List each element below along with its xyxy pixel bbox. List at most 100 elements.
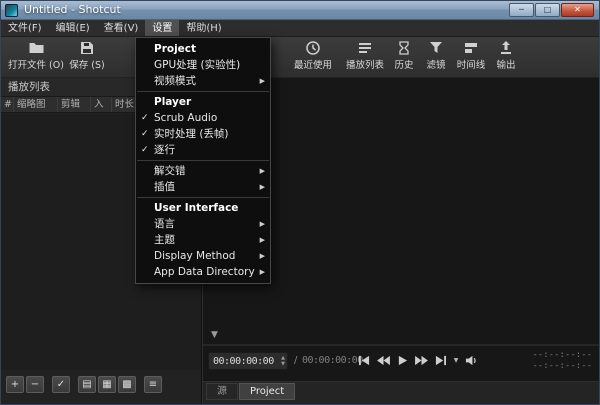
timecode-separator: / bbox=[294, 355, 297, 366]
fast-forward-button[interactable] bbox=[412, 352, 431, 369]
timecode-spinner-arrows[interactable]: ▲ ▼ bbox=[281, 355, 285, 367]
timecode-spinbox[interactable]: 00:00:00:00 ▲ ▼ bbox=[208, 352, 288, 370]
current-timecode[interactable]: 00:00:00:00 bbox=[213, 356, 274, 367]
player-tabs: 源 Project bbox=[206, 383, 296, 400]
menu-view[interactable]: 查看(V) bbox=[97, 20, 146, 36]
close-button[interactable]: ✕ bbox=[561, 3, 594, 17]
menu-item-realtime[interactable]: ✓ 实时处理 (丢帧) bbox=[136, 126, 270, 142]
window-title: Untitled - Shotcut bbox=[24, 1, 121, 19]
export-button[interactable]: 输出 bbox=[491, 40, 521, 71]
menu-section-player: Player bbox=[136, 94, 270, 110]
submenu-arrow-icon: ▶ bbox=[260, 264, 265, 280]
menu-separator bbox=[137, 160, 269, 161]
player-options-button[interactable]: ▼ bbox=[450, 352, 462, 369]
playlist-icon bbox=[357, 40, 373, 56]
play-button[interactable] bbox=[393, 352, 412, 369]
tab-source[interactable]: 源 bbox=[206, 383, 238, 400]
menu-item-theme[interactable]: 主题 ▶ bbox=[136, 232, 270, 248]
selected-duration-value: --:--:--:-- bbox=[532, 361, 592, 372]
total-duration: 00:00:00:00 bbox=[302, 355, 363, 366]
toolbar-label: 最近使用 bbox=[294, 60, 332, 71]
menu-item-label: 逐行 bbox=[154, 144, 175, 156]
menu-item-app-data-directory[interactable]: App Data Directory ▶ bbox=[136, 264, 270, 280]
save-button[interactable]: 保存 (S) bbox=[65, 40, 109, 71]
rewind-button[interactable] bbox=[374, 352, 393, 369]
maximize-button[interactable]: □ bbox=[535, 3, 560, 17]
app-icon[interactable] bbox=[5, 4, 18, 17]
transport-buttons: ▼ bbox=[355, 352, 481, 369]
toolbar-label: 保存 (S) bbox=[69, 60, 104, 71]
menu-item-deinterlacer[interactable]: 解交错 ▶ bbox=[136, 163, 270, 179]
menu-edit[interactable]: 编辑(E) bbox=[49, 20, 97, 36]
playlist-button[interactable]: 播放列表 bbox=[341, 40, 389, 71]
menu-item-display-method[interactable]: Display Method ▶ bbox=[136, 248, 270, 264]
save-icon bbox=[79, 40, 95, 56]
submenu-arrow-icon: ▶ bbox=[260, 248, 265, 264]
view-details-button[interactable]: ▤ bbox=[78, 376, 96, 393]
toolbar-label: 打开文件 (O) bbox=[8, 60, 64, 71]
menu-item-scrub-audio[interactable]: ✓ Scrub Audio bbox=[136, 110, 270, 126]
history-button[interactable]: 历史 bbox=[389, 40, 419, 71]
menu-separator bbox=[137, 91, 269, 92]
menu-item-label: 视频模式 bbox=[154, 75, 196, 87]
fast-forward-icon bbox=[414, 355, 429, 366]
playlist-menu-button[interactable]: ≡ bbox=[144, 376, 162, 393]
skip-to-start-button[interactable] bbox=[355, 352, 374, 369]
minimize-button[interactable]: ─ bbox=[509, 3, 534, 17]
playlist-remove-button[interactable]: − bbox=[26, 376, 44, 393]
submenu-arrow-icon: ▶ bbox=[260, 232, 265, 248]
menu-item-label: Scrub Audio bbox=[154, 112, 217, 124]
timeline-icon bbox=[463, 40, 479, 56]
menu-settings[interactable]: 设置 bbox=[145, 20, 179, 36]
main-toolbar: 打开文件 (O) 保存 (S) 最近使用 播放列表 历史 滤镜 时间线 输出 bbox=[1, 37, 599, 78]
menu-item-label: 主题 bbox=[154, 234, 175, 246]
menu-item-label: App Data Directory bbox=[154, 266, 255, 278]
submenu-arrow-icon: ▶ bbox=[260, 163, 265, 179]
column-index[interactable]: # bbox=[1, 97, 14, 112]
toolbar-label: 时间线 bbox=[457, 60, 486, 71]
check-mark-icon: ✓ bbox=[141, 142, 153, 158]
menu-item-interpolation[interactable]: 插值 ▶ bbox=[136, 179, 270, 195]
menu-item-progressive[interactable]: ✓ 逐行 bbox=[136, 142, 270, 158]
skip-to-end-button[interactable] bbox=[431, 352, 450, 369]
menu-item-gpu-processing[interactable]: GPU处理 (实验性) bbox=[136, 57, 270, 73]
view-icons-button[interactable]: ▩ bbox=[118, 376, 136, 393]
open-file-button[interactable]: 打开文件 (O) bbox=[7, 40, 65, 71]
menubar: 文件(F) 编辑(E) 查看(V) 设置 帮助(H) bbox=[1, 20, 599, 37]
spinner-down-icon[interactable]: ▼ bbox=[281, 361, 285, 367]
menu-help[interactable]: 帮助(H) bbox=[179, 20, 228, 36]
column-thumbnail[interactable]: 缩略图 bbox=[14, 97, 58, 112]
menu-item-label: 实时处理 (丢帧) bbox=[154, 128, 229, 140]
menu-item-language[interactable]: 语言 ▶ bbox=[136, 216, 270, 232]
playlist-update-button[interactable]: ✓ bbox=[52, 376, 70, 393]
check-mark-icon: ✓ bbox=[141, 126, 153, 142]
column-in[interactable]: 入 bbox=[91, 97, 112, 112]
menu-item-label: 解交错 bbox=[154, 165, 186, 177]
filters-button[interactable]: 滤镜 bbox=[421, 40, 451, 71]
window-controls: ─ □ ✕ bbox=[508, 3, 594, 17]
check-mark-icon: ✓ bbox=[141, 110, 153, 126]
volume-button[interactable] bbox=[462, 352, 481, 369]
menu-item-label: GPU处理 (实验性) bbox=[154, 59, 240, 71]
tab-project[interactable]: Project bbox=[239, 383, 295, 400]
open-file-icon bbox=[28, 40, 45, 56]
toolbar-label: 播放列表 bbox=[346, 60, 384, 71]
shotcut-window: Untitled - Shotcut ─ □ ✕ 文件(F) 编辑(E) 查看(… bbox=[0, 0, 600, 405]
menu-file[interactable]: 文件(F) bbox=[1, 20, 49, 36]
menu-header-label: User Interface bbox=[154, 202, 238, 214]
timeline-button[interactable]: 时间线 bbox=[453, 40, 489, 71]
menu-separator bbox=[137, 197, 269, 198]
skip-start-icon bbox=[357, 355, 372, 366]
seek-position-marker[interactable]: ▼ bbox=[211, 330, 218, 340]
menu-section-user-interface: User Interface bbox=[136, 200, 270, 216]
column-clip[interactable]: 剪辑 bbox=[58, 97, 91, 112]
transport-bar: 00:00:00:00 ▲ ▼ / 00:00:00:00 bbox=[203, 348, 599, 374]
menu-item-video-mode[interactable]: 视频模式 ▶ bbox=[136, 73, 270, 89]
view-tiles-button[interactable]: ▦ bbox=[98, 376, 116, 393]
playlist-add-button[interactable]: + bbox=[6, 376, 24, 393]
recent-button[interactable]: 最近使用 bbox=[289, 40, 337, 71]
settings-menu-popup: Project GPU处理 (实验性) 视频模式 ▶ Player ✓ Scru… bbox=[135, 37, 271, 284]
in-point-value: --:--:--:-- bbox=[532, 350, 592, 361]
seek-bar[interactable] bbox=[203, 344, 599, 346]
menu-item-label: Display Method bbox=[154, 250, 235, 262]
